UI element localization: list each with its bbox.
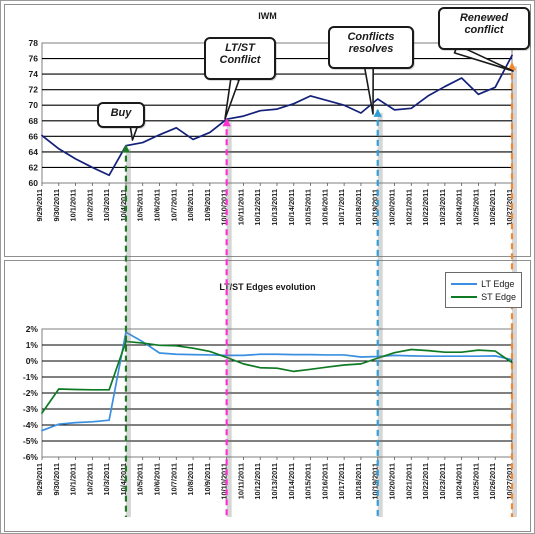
- callout-resolves-line1: Conflicts: [347, 31, 395, 43]
- x-axis-tick-label: 10/27/2011: [505, 189, 514, 226]
- y-axis-tick-label: 1%: [26, 340, 39, 350]
- callout-resolves-line2: resolves: [348, 43, 394, 56]
- x-axis-tick-label: 10/27/2011: [505, 463, 514, 500]
- x-axis-tick-label: 10/17/2011: [337, 189, 346, 226]
- x-axis-tick-label: 10/10/2011: [220, 189, 229, 226]
- x-axis-tick-label: 9/30/2011: [52, 463, 61, 495]
- callout-conflicts-resolves: Conflicts resolves: [328, 26, 414, 69]
- x-axis-tick-label: 10/9/2011: [203, 189, 212, 221]
- y-axis-tick-label: -2%: [23, 388, 39, 398]
- x-axis-tick-label: 10/13/2011: [270, 189, 279, 226]
- x-axis-tick-label: 10/3/2011: [102, 463, 111, 495]
- x-axis-tick-label: 10/7/2011: [169, 463, 178, 495]
- x-axis-tick-label: 10/16/2011: [320, 189, 329, 226]
- x-axis-tick-label: 10/2/2011: [85, 463, 94, 495]
- x-axis-tick-label: 10/25/2011: [471, 463, 480, 500]
- y-axis-tick-label: -1%: [23, 372, 39, 382]
- x-axis-tick-label: 10/19/2011: [371, 189, 380, 226]
- x-axis-tick-label: 10/22/2011: [421, 463, 430, 500]
- x-axis-tick-label: 10/17/2011: [337, 463, 346, 500]
- x-axis-tick-label: 10/11/2011: [236, 463, 245, 499]
- y-axis-tick-label: 64: [29, 147, 39, 157]
- x-axis-tick-label: 10/8/2011: [186, 463, 195, 495]
- x-axis-tick-label: 10/12/2011: [253, 463, 262, 500]
- x-axis-tick-label: 10/18/2011: [354, 189, 363, 226]
- x-axis-tick-label: 10/20/2011: [388, 189, 397, 226]
- x-axis-tick-label: 10/26/2011: [488, 189, 497, 226]
- chart-figure: IWM 60 62 64 66 68 70 72 74 76 78 9/29/2011 9/30/20…: [0, 0, 535, 534]
- x-axis-tick-label: 10/8/2011: [186, 189, 195, 221]
- y-axis-tick-label: -5%: [23, 436, 39, 446]
- y-axis-tick-label: 62: [29, 162, 39, 172]
- legend-item-st-edge: ST Edge: [451, 290, 516, 303]
- x-axis-tick-label: 10/5/2011: [136, 463, 145, 495]
- callout-buy: Buy: [97, 102, 145, 128]
- callout-conflict-line2: Conflict: [219, 54, 261, 67]
- x-axis-tick-label: 10/11/2011: [236, 189, 245, 225]
- y-axis-tick-label: -3%: [23, 404, 39, 414]
- x-axis-tick-label: 10/2/2011: [85, 189, 94, 221]
- x-axis-tick-label: 10/7/2011: [169, 189, 178, 221]
- x-axis-tick-label: 10/18/2011: [354, 463, 363, 500]
- x-axis-tick-label: 9/29/2011: [35, 189, 44, 221]
- x-axis-tick-label: 9/29/2011: [35, 463, 44, 495]
- y-axis-tick-label: 76: [29, 54, 39, 64]
- legend-label-lt-edge: LT Edge: [481, 278, 515, 289]
- x-axis-tick-label: 10/9/2011: [203, 463, 212, 495]
- x-axis-tick-label: 10/4/2011: [119, 463, 128, 495]
- lt-st-edges-panel: LT/ST Edges evolution -6% -5% -4% -3% -2% -1%…: [4, 260, 531, 532]
- x-axis-tick-label: 10/10/2011: [220, 463, 229, 500]
- x-axis-tick-label: 10/3/2011: [102, 189, 111, 221]
- legend-swatch-lt-edge: [451, 282, 478, 285]
- x-axis-tick-label: 10/1/2011: [69, 463, 78, 495]
- x-axis-tick-label: 10/14/2011: [287, 463, 296, 500]
- legend-label-st-edge: ST Edge: [481, 291, 516, 302]
- y-axis-tick-label: 70: [29, 100, 39, 110]
- x-axis-tick-label: 10/1/2011: [69, 189, 78, 221]
- x-axis-tick-label: 10/6/2011: [153, 189, 162, 221]
- x-axis-tick-label: 10/21/2011: [404, 189, 413, 226]
- y-axis-tick-label: 78: [29, 38, 39, 48]
- y-axis-tick-label: 68: [29, 116, 39, 126]
- y-axis-tick-label: 72: [29, 85, 39, 95]
- x-axis-tick-label: 10/24/2011: [455, 189, 464, 226]
- callout-renewed-conflict: Renewed conflict: [438, 7, 530, 50]
- x-axis-tick-label: 10/25/2011: [471, 189, 480, 226]
- x-axis-tick-label: 10/23/2011: [438, 189, 447, 226]
- x-axis-tick-label: 10/12/2011: [253, 189, 262, 226]
- x-axis-tick-label: 10/16/2011: [320, 463, 329, 500]
- callout-lt-st-conflict: LT/ST Conflict: [204, 37, 276, 80]
- y-axis-tick-label: 2%: [26, 324, 39, 334]
- x-axis-tick-label: 10/23/2011: [438, 463, 447, 500]
- x-axis-tick-label: 10/19/2011: [371, 463, 380, 500]
- callout-conflict-line1: LT/ST: [225, 42, 255, 54]
- x-axis-tick-label: 10/21/2011: [404, 463, 413, 500]
- y-axis-tick-label: -6%: [23, 452, 39, 462]
- legend-item-lt-edge: LT Edge: [451, 277, 516, 290]
- x-axis-tick-label: 10/6/2011: [153, 463, 162, 495]
- x-axis-tick-label: 9/30/2011: [52, 189, 61, 221]
- x-axis-tick-label: 10/13/2011: [270, 463, 279, 500]
- x-axis-tick-label: 10/5/2011: [136, 189, 145, 221]
- y-axis-tick-label: -4%: [23, 420, 39, 430]
- x-axis-tick-label: 10/4/2011: [119, 189, 128, 221]
- y-axis-tick-label: 60: [29, 178, 39, 188]
- x-axis-tick-label: 10/26/2011: [488, 463, 497, 500]
- x-axis-tick-label: 10/15/2011: [304, 189, 313, 226]
- x-axis-tick-label: 10/22/2011: [421, 189, 430, 226]
- callout-renewed-line2: conflict: [464, 24, 504, 37]
- y-axis-tick-label: 66: [29, 131, 39, 141]
- x-axis-tick-label: 10/14/2011: [287, 189, 296, 226]
- callout-renewed-line1: Renewed: [459, 12, 509, 24]
- y-axis-tick-label: 0%: [26, 356, 39, 366]
- edges-legend: LT Edge ST Edge: [445, 272, 522, 308]
- x-axis-tick-label: 10/20/2011: [388, 463, 397, 500]
- callout-buy-line1: Buy: [110, 107, 132, 119]
- y-axis-tick-label: 74: [29, 69, 39, 79]
- x-axis-tick-label: 10/24/2011: [455, 463, 464, 500]
- legend-swatch-st-edge: [451, 295, 478, 298]
- x-axis-tick-label: 10/15/2011: [304, 463, 313, 500]
